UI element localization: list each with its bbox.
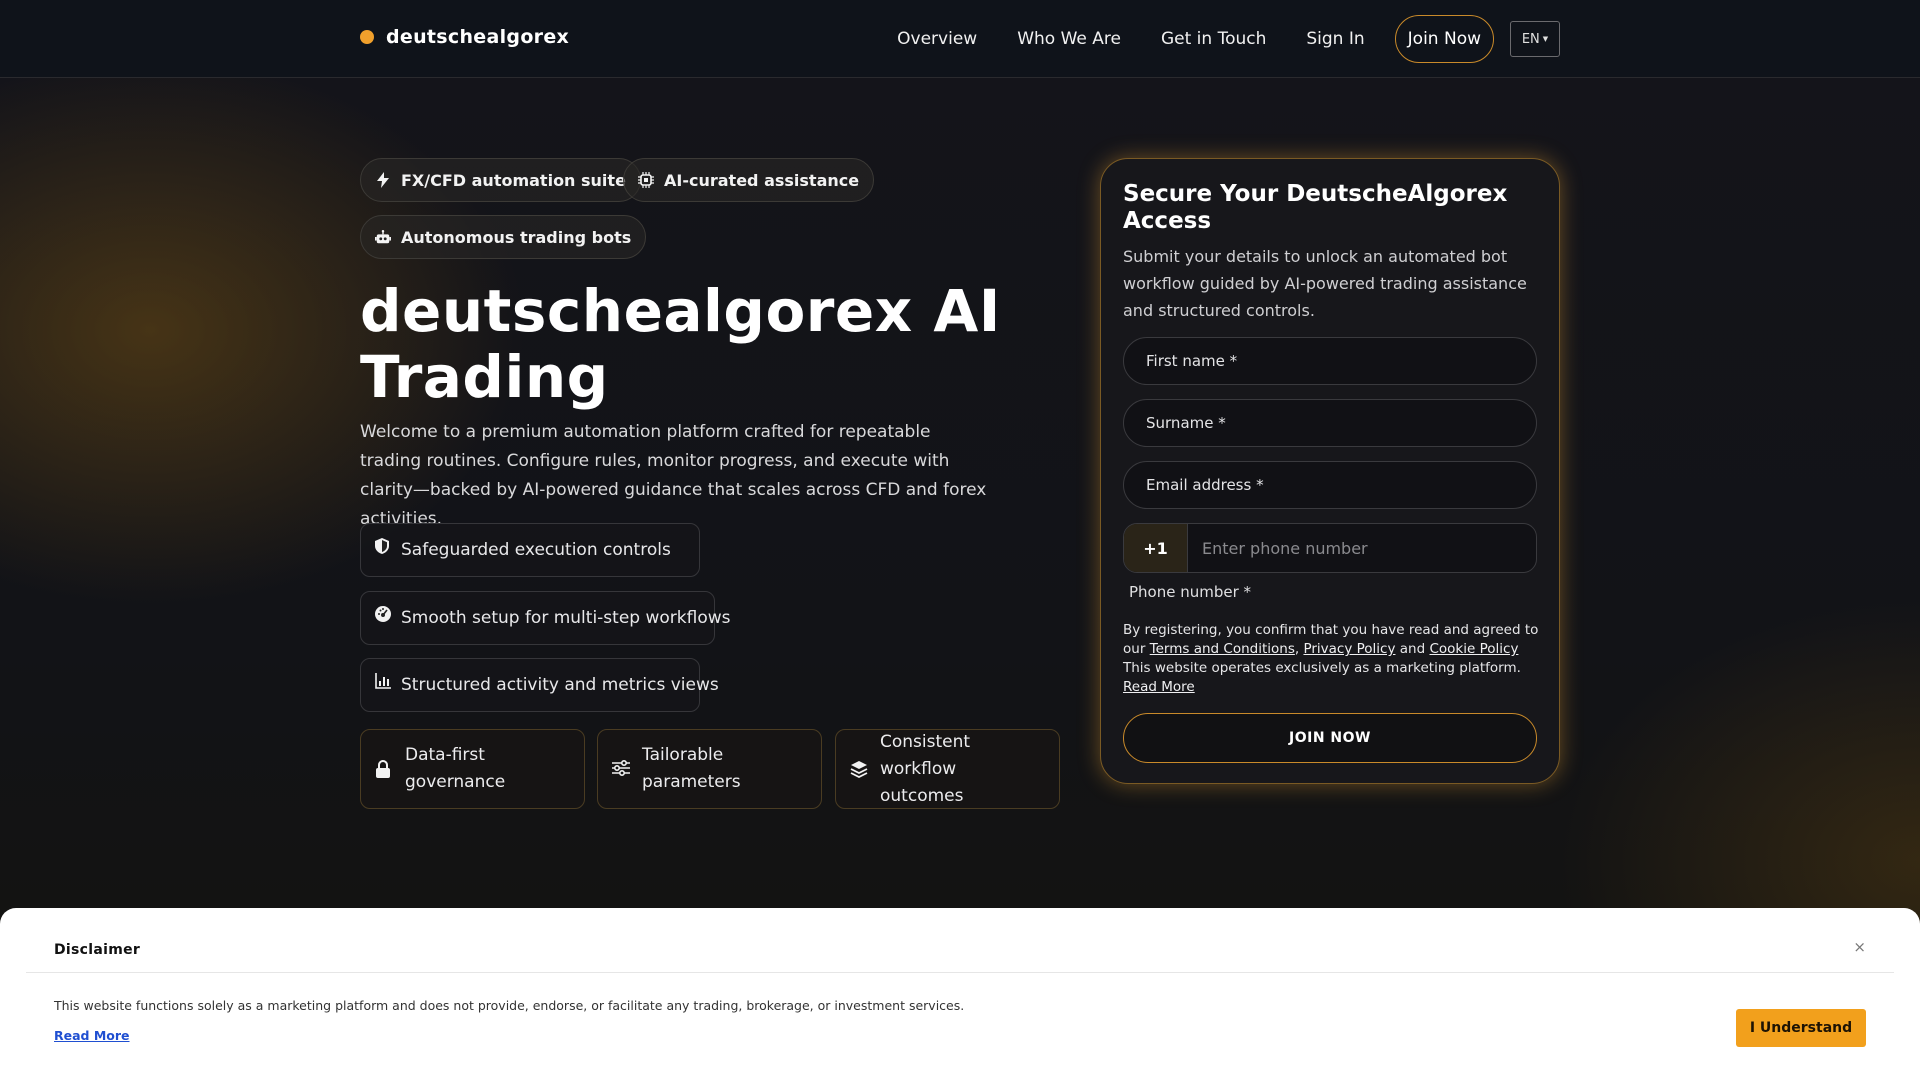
chip-trading-bots: Autonomous trading bots bbox=[360, 215, 647, 259]
chip-label: AI-curated assistance bbox=[664, 170, 860, 190]
card-consistent-outcomes: Consistent workflow outcomes bbox=[835, 729, 1060, 809]
chip-label: FX/CFD automation suite bbox=[401, 170, 626, 190]
consent-and: and bbox=[1399, 641, 1426, 657]
join-now-button[interactable]: JOIN NOW bbox=[1123, 713, 1537, 763]
consent-comma: , bbox=[1294, 641, 1300, 657]
feature-label: Safeguarded execution controls bbox=[401, 540, 671, 560]
disclaimer-title: Disclaimer bbox=[54, 942, 141, 958]
lock-icon bbox=[375, 760, 393, 778]
card-data-governance: Data-first governance bbox=[360, 729, 585, 809]
robot-icon bbox=[375, 229, 391, 245]
hero-description: Welcome to a premium automation platform… bbox=[360, 422, 987, 529]
feature-safeguarded: Safeguarded execution controls bbox=[360, 523, 700, 577]
brand-name: deutschealgorex bbox=[386, 26, 570, 48]
feature-label: Smooth setup for multi-step workflows bbox=[401, 608, 731, 628]
main-nav: Overview Who We Are Get in Touch Sign In… bbox=[877, 14, 1560, 64]
lightning-icon bbox=[375, 172, 391, 188]
hero-title: deutschealgorex AI Trading bbox=[360, 277, 1001, 411]
bar-chart-icon bbox=[375, 673, 391, 689]
feature-smooth-setup: Smooth setup for multi-step workflows bbox=[360, 591, 731, 645]
sliders-icon bbox=[612, 760, 630, 778]
caret-down-icon: ▼ bbox=[1542, 35, 1549, 43]
consent-text: By registering, you confirm that you hav… bbox=[1123, 621, 1543, 697]
first-name-field[interactable]: First name * bbox=[1123, 337, 1537, 385]
disclaimer-divider bbox=[26, 972, 1894, 973]
brand-dot-icon bbox=[360, 30, 374, 44]
card-label: Data-first governance bbox=[405, 745, 506, 792]
privacy-link[interactable]: Privacy Policy bbox=[1303, 641, 1395, 657]
nav-sign-in[interactable]: Sign In bbox=[1286, 29, 1384, 49]
read-more-link[interactable]: Read More bbox=[1123, 679, 1195, 695]
language-selector[interactable]: EN ▼ bbox=[1510, 21, 1560, 57]
consent-suffix: This website operates exclusively as a m… bbox=[1123, 660, 1521, 676]
language-label: EN bbox=[1521, 31, 1540, 47]
feature-label: Structured activity and metrics views bbox=[401, 675, 719, 695]
chip-cpu-icon bbox=[638, 172, 654, 188]
chip-fx-cfd: FX/CFD automation suite bbox=[360, 158, 641, 202]
form-subtitle: Submit your details to unlock an automat… bbox=[1123, 247, 1527, 320]
terms-link[interactable]: Terms and Conditions bbox=[1150, 641, 1295, 657]
nav-get-in-touch[interactable]: Get in Touch bbox=[1141, 29, 1286, 49]
feature-structured-views: Structured activity and metrics views bbox=[360, 658, 719, 712]
understand-button[interactable]: I Understand bbox=[1736, 1009, 1866, 1047]
close-icon[interactable]: × bbox=[1853, 938, 1866, 956]
disclaimer-read-more-link[interactable]: Read More bbox=[54, 1028, 130, 1043]
disclaimer-text: This website functions solely as a marke… bbox=[54, 998, 965, 1013]
nav-overview[interactable]: Overview bbox=[877, 29, 997, 49]
cookie-link[interactable]: Cookie Policy bbox=[1429, 641, 1518, 657]
brand-logo[interactable]: deutschealgorex bbox=[360, 26, 569, 48]
phone-country-code[interactable]: +1 bbox=[1124, 524, 1188, 572]
nav-who-we-are[interactable]: Who We Are bbox=[997, 29, 1141, 49]
chip-label: Autonomous trading bots bbox=[401, 227, 632, 247]
disclaimer-banner: Disclaimer × This website functions sole… bbox=[0, 908, 1920, 1080]
top-navbar: deutschealgorex Overview Who We Are Get … bbox=[0, 0, 1920, 78]
surname-field[interactable]: Surname * bbox=[1123, 399, 1537, 447]
phone-field: +1 bbox=[1123, 523, 1537, 573]
form-title: Secure Your DeutscheAlgorex Access bbox=[1123, 181, 1508, 234]
card-tailorable-parameters: Tailorable parameters bbox=[597, 729, 822, 809]
shield-icon bbox=[375, 538, 391, 554]
phone-input[interactable] bbox=[1188, 524, 1536, 572]
layers-icon bbox=[850, 760, 868, 778]
phone-label: Phone number * bbox=[1129, 583, 1252, 601]
card-label: Consistent workflow outcomes bbox=[880, 731, 971, 806]
nav-join-button[interactable]: Join Now bbox=[1394, 15, 1494, 63]
email-field[interactable]: Email address * bbox=[1123, 461, 1537, 509]
card-label: Tailorable parameters bbox=[642, 745, 741, 792]
chip-ai-curated: AI-curated assistance bbox=[623, 158, 875, 202]
registration-form: Secure Your DeutscheAlgorex Access Submi… bbox=[1100, 158, 1560, 784]
gauge-icon bbox=[375, 606, 391, 622]
